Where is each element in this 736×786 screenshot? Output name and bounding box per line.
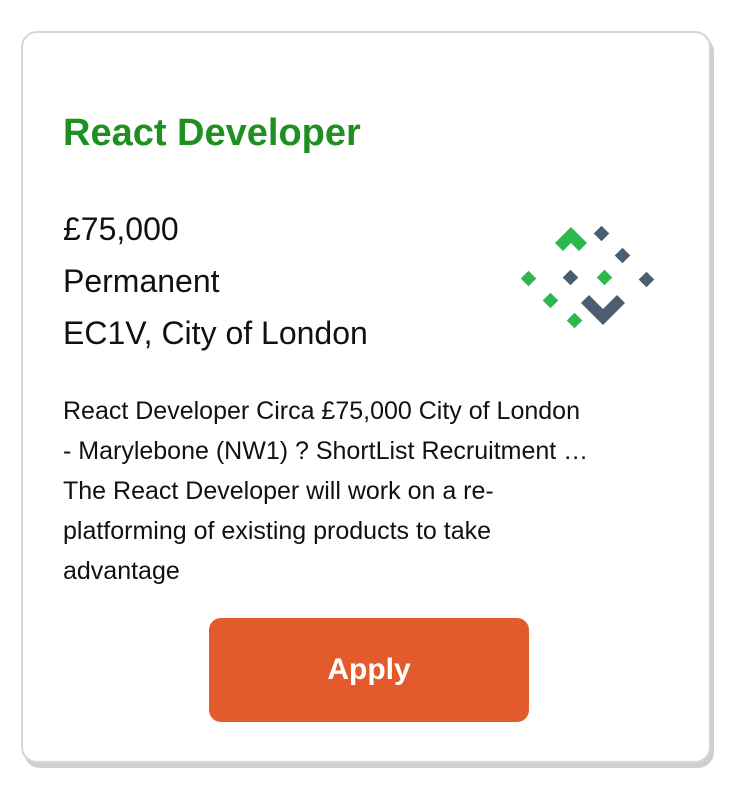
description-line: platforming of existing products to take [63, 517, 492, 545]
job-type: Permanent [63, 263, 220, 299]
job-title[interactable]: React Developer [63, 110, 361, 156]
description-line: advantage [63, 557, 180, 585]
job-location: EC1V, City of London [63, 315, 368, 351]
recruiter-logo-icon [520, 225, 655, 329]
description-line: The React Developer will work on a re- [63, 477, 494, 505]
job-meta: £75,000 Permanent EC1V, City of London [63, 203, 368, 359]
job-card: React Developer £75,000 Permanent EC1V, … [21, 31, 711, 763]
apply-button[interactable]: Apply [209, 618, 529, 722]
description-line: - Marylebone (NW1) ? ShortList Recruitme… [63, 437, 589, 465]
description-line: React Developer Circa £75,000 City of Lo… [63, 397, 580, 425]
job-salary: £75,000 [63, 211, 179, 247]
job-description: React Developer Circa £75,000 City of Lo… [63, 391, 673, 591]
